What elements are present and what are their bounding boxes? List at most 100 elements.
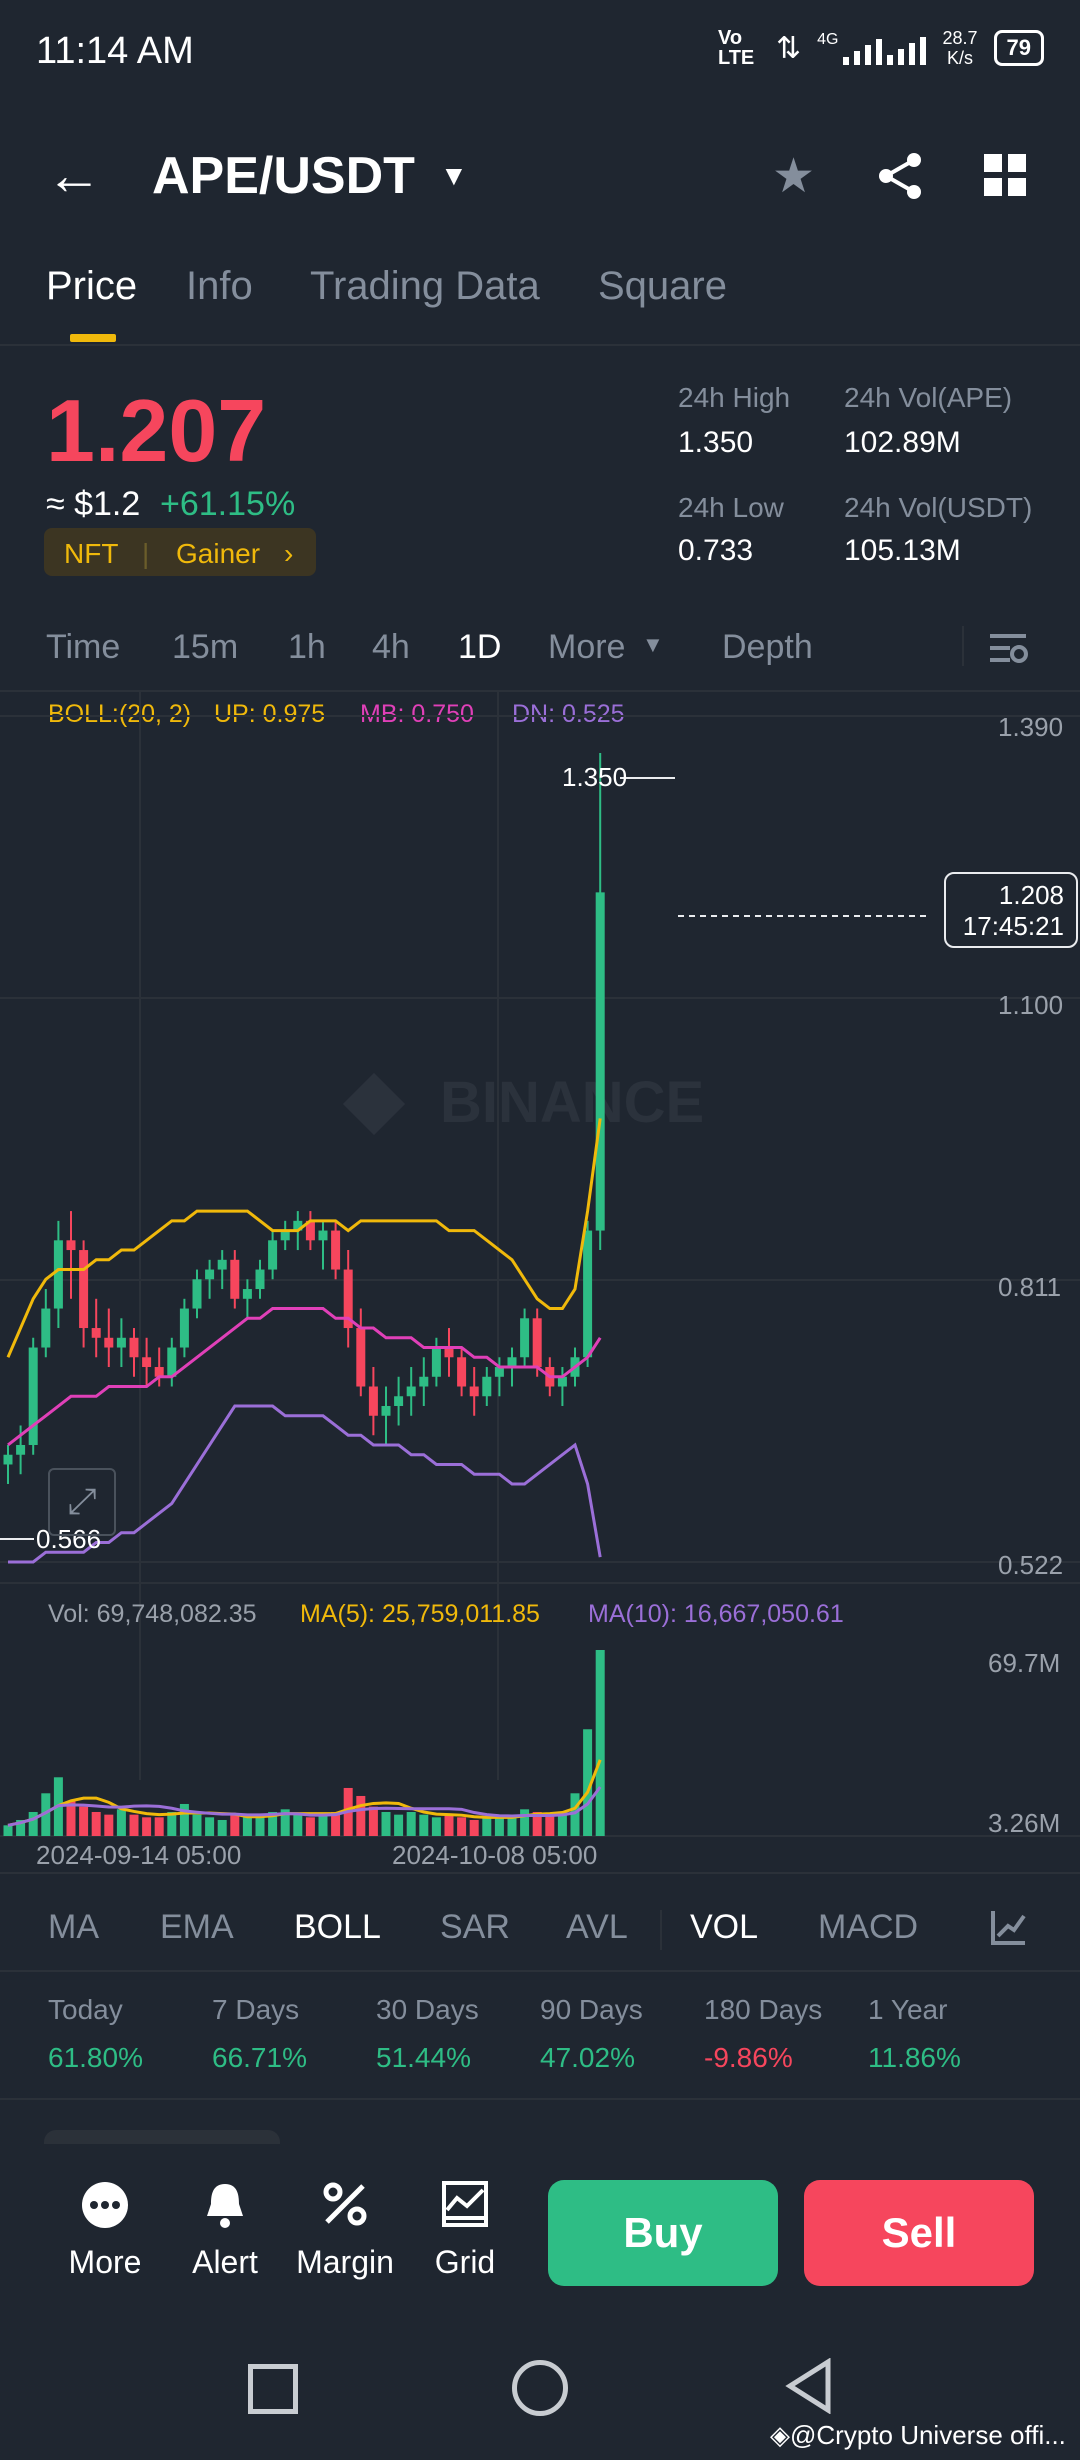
ind-vol[interactable]: VOL: [690, 1908, 758, 1947]
caret-down-icon[interactable]: ▼: [642, 632, 664, 658]
fiat-price: ≈ $1.2: [46, 485, 141, 523]
candle-up: [41, 1308, 51, 1348]
grid-icon[interactable]: [984, 154, 1026, 201]
y-tick-4: 0.522: [998, 1550, 1064, 1580]
pair-title[interactable]: APE/USDT: [152, 146, 415, 206]
candle-up: [381, 1406, 391, 1416]
candle-down: [142, 1357, 152, 1368]
tag-gainer: Gainer: [176, 538, 261, 569]
tf-time[interactable]: Time: [46, 628, 120, 667]
buy-button[interactable]: Buy: [548, 2180, 778, 2286]
ind-macd[interactable]: MACD: [818, 1908, 918, 1947]
candle-up: [116, 1337, 126, 1348]
ind-avl[interactable]: AVL: [566, 1908, 628, 1947]
last-price-tag: 1.208 17:45:21: [944, 872, 1078, 948]
tag-divider: |: [142, 538, 150, 569]
last-price-value: 1.208: [998, 880, 1064, 910]
volume-bar: [205, 1817, 215, 1836]
candle-up: [482, 1376, 492, 1397]
speed-readout: 28.7 K/s: [942, 28, 977, 68]
divider: [0, 1872, 1080, 1874]
timeframe-bar: Time 15m 1h 4h 1D More ▼ Depth: [0, 620, 1080, 678]
chart-settings-icon[interactable]: [988, 628, 1028, 673]
y-tick-2: 1.100: [998, 990, 1064, 1020]
volume-bar: [3, 1825, 13, 1836]
tf-more[interactable]: More: [548, 628, 625, 667]
volume-bar: [230, 1814, 240, 1836]
candle-down: [457, 1357, 467, 1387]
tf-depth[interactable]: Depth: [722, 628, 813, 667]
candle-down: [230, 1259, 240, 1299]
margin-button[interactable]: Margin: [290, 2180, 400, 2281]
candle-up: [192, 1279, 202, 1309]
y-tick-3: 0.811: [998, 1272, 1062, 1302]
candle-down: [331, 1230, 341, 1270]
caret-down-icon[interactable]: ▼: [440, 160, 468, 192]
status-icons: Vo LTE ⇅ 4G 28.7 K/s 79: [718, 28, 1044, 68]
grid-label: Grid: [434, 2244, 496, 2280]
alert-label: Alert: [192, 2244, 258, 2280]
recents-button[interactable]: [248, 2364, 298, 2414]
candle-down: [104, 1337, 114, 1348]
tag-nft: NFT: [64, 538, 119, 569]
perf-value: 66.71%: [212, 2042, 307, 2073]
tf-4h[interactable]: 4h: [372, 628, 410, 667]
volume-bar: [419, 1814, 429, 1836]
volume-bar: [192, 1814, 202, 1836]
low-label: 24h Low: [678, 492, 784, 523]
battery-level: 79: [1006, 35, 1031, 60]
alert-button[interactable]: Alert: [170, 2180, 280, 2281]
vol-tick-top: 69.7M: [988, 1648, 1061, 1678]
perf-value: -9.86%: [704, 2042, 793, 2073]
perf-value: 51.44%: [376, 2042, 471, 2073]
volume-bar: [482, 1817, 492, 1836]
battery-icon: 79: [993, 30, 1044, 66]
candle-down: [368, 1386, 378, 1416]
candle-up: [53, 1240, 63, 1309]
chart-grid: [0, 690, 1080, 1837]
indicator-tabs: MA EMA BOLL SAR AVL VOL MACD: [0, 1898, 1080, 1968]
x-tick-1: 2024-09-14 05:00: [36, 1840, 242, 1870]
tab-trading-data[interactable]: Trading Data: [310, 264, 540, 309]
tf-1d[interactable]: 1D: [458, 628, 501, 667]
speed-unit: K/s: [946, 48, 973, 68]
volte-label: Vo LTE: [717, 27, 755, 69]
tag-badge[interactable]: NFT | Gainer ›: [44, 528, 316, 576]
volume-bar: [28, 1811, 38, 1836]
main-tabs: Price Info Trading Data Square: [0, 260, 1080, 346]
share-icon[interactable]: [876, 152, 924, 205]
back-nav-button[interactable]: [784, 2357, 832, 2419]
back-arrow-icon[interactable]: ←: [46, 147, 102, 203]
vol-base-value: 102.89M: [844, 426, 961, 459]
ind-sar[interactable]: SAR: [440, 1908, 510, 1947]
volume-bar: [129, 1814, 139, 1836]
ind-ma[interactable]: MA: [48, 1908, 99, 1947]
volume-bar: [520, 1809, 530, 1836]
ind-ema[interactable]: EMA: [160, 1908, 234, 1947]
divider: [0, 2098, 1080, 2100]
ind-boll[interactable]: BOLL: [294, 1908, 381, 1947]
tf-15m[interactable]: 15m: [172, 628, 238, 667]
vol-base-label: 24h Vol(APE): [844, 382, 1013, 413]
candle-up: [255, 1269, 265, 1290]
more-button[interactable]: More: [50, 2180, 160, 2281]
star-icon[interactable]: ★: [772, 148, 815, 204]
volume-bar: [91, 1811, 101, 1836]
candle-up: [16, 1444, 26, 1455]
indicator-settings-icon[interactable]: [990, 1908, 1028, 1951]
performance-row: Today 61.80% 7 Days 66.71% 30 Days 51.44…: [0, 1990, 1080, 2080]
low-value: 0.733: [678, 534, 754, 567]
grid-button[interactable]: Grid: [410, 2180, 520, 2281]
price-chart[interactable]: BINANCE: [0, 690, 1080, 1840]
candle-up: [394, 1396, 404, 1407]
expand-icon[interactable]: ⤢: [48, 1468, 116, 1536]
collapsed-panel: [44, 2130, 280, 2144]
sell-button[interactable]: Sell: [804, 2180, 1034, 2286]
tf-1h[interactable]: 1h: [288, 628, 326, 667]
vol-quote-value: 105.13M: [844, 534, 961, 567]
home-button[interactable]: [512, 2360, 568, 2416]
tab-price[interactable]: Price: [46, 264, 137, 309]
tab-square[interactable]: Square: [598, 264, 727, 309]
high-value: 1.350: [678, 426, 754, 459]
tab-info[interactable]: Info: [186, 264, 253, 309]
